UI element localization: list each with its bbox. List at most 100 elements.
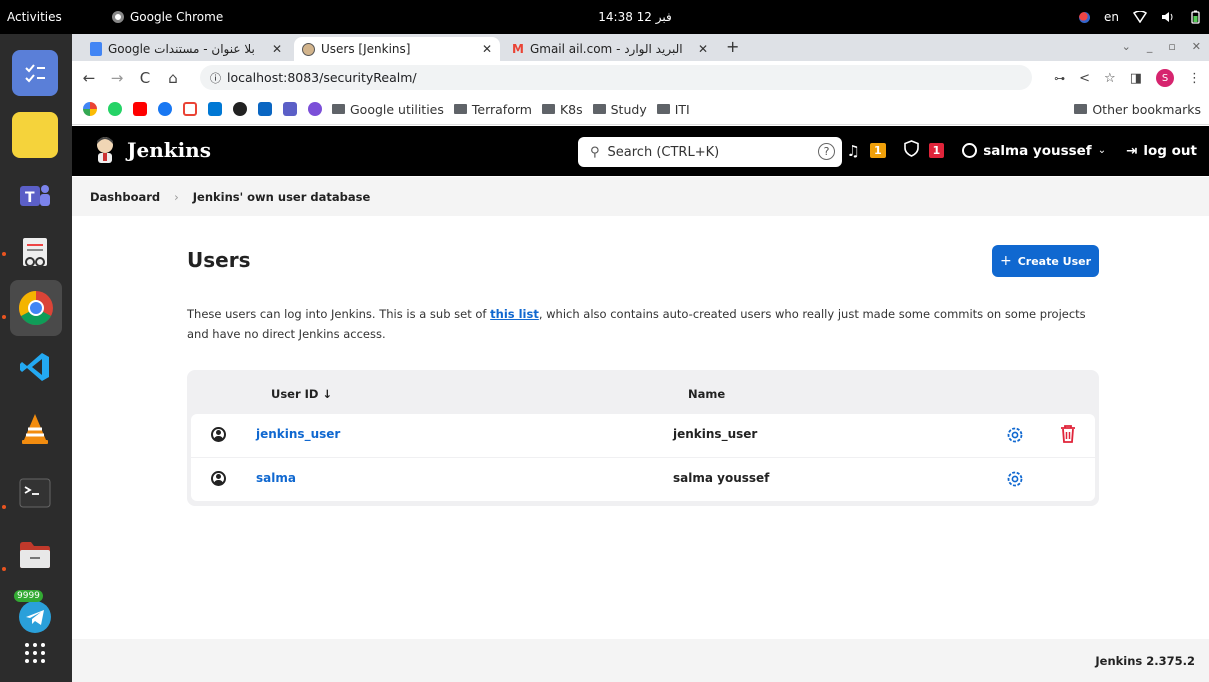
docs-icon: [90, 42, 102, 56]
jenkins-favicon-icon: [302, 42, 315, 56]
reload-icon[interactable]: C: [134, 69, 156, 87]
user-id-link[interactable]: salma: [256, 471, 296, 485]
system-tray[interactable]: en: [1079, 10, 1201, 24]
vscode-app-icon[interactable]: [12, 344, 58, 390]
minimize-icon[interactable]: _: [1147, 40, 1153, 53]
linkedin-bookmark-icon[interactable]: [258, 102, 272, 116]
user-id-link[interactable]: jenkins_user: [256, 427, 340, 441]
outlook-bookmark-icon[interactable]: [208, 102, 222, 116]
search-input[interactable]: ⚲ Search (CTRL+K): [578, 137, 842, 167]
forward-icon[interactable]: →: [106, 69, 128, 87]
bookmark-folder[interactable]: K8s: [541, 102, 583, 117]
create-user-button[interactable]: + Create User: [992, 245, 1099, 277]
gmail-bookmark-icon[interactable]: [183, 102, 197, 116]
other-bookmarks[interactable]: Other bookmarks: [1074, 102, 1201, 117]
tab-jenkins-users[interactable]: Users [Jenkins] ✕: [294, 37, 500, 61]
sidepanel-icon[interactable]: ◨: [1130, 71, 1142, 86]
youtube-bookmark-icon[interactable]: [133, 102, 147, 116]
close-window-icon[interactable]: ✕: [1192, 40, 1201, 53]
running-indicator: [2, 252, 6, 256]
security-count[interactable]: 1: [928, 143, 945, 158]
address-bar[interactable]: ⓘ localhost:8083/securityRealm/: [200, 65, 1032, 90]
menu-kebab-icon[interactable]: ⋮: [1188, 71, 1201, 86]
delete-trash-icon[interactable]: [1059, 424, 1077, 444]
teams-app-icon[interactable]: T: [12, 174, 58, 220]
app-name: Google Chrome: [130, 10, 224, 24]
maximize-icon[interactable]: ▫: [1168, 40, 1175, 53]
tab-google-docs[interactable]: بلا عنوان - مستندات Google ✕: [82, 37, 290, 61]
tab-gmail[interactable]: M البريد الوارد - Gmail ail.com ✕: [504, 37, 716, 61]
user-name-cell: jenkins_user: [673, 427, 758, 441]
window-controls: ⌄ _ ▫ ✕: [1122, 40, 1201, 53]
close-icon[interactable]: ✕: [482, 42, 492, 56]
home-icon[interactable]: ⌂: [162, 69, 184, 87]
table-row: salma salma youssef: [191, 458, 1095, 501]
volume-icon: [1162, 12, 1173, 22]
tab-search-icon[interactable]: ⌄: [1122, 40, 1131, 53]
configure-gear-icon[interactable]: [1005, 469, 1025, 489]
user-icon: [211, 427, 226, 442]
notifications-icon[interactable]: ♫: [846, 142, 859, 160]
new-tab-button[interactable]: +: [726, 37, 739, 56]
bookmarks-bar: Google utilities Terraform K8s Study ITI…: [72, 94, 1209, 125]
facebook-bookmark-icon[interactable]: [158, 102, 172, 116]
back-icon[interactable]: ←: [78, 69, 100, 87]
running-indicator: [2, 567, 6, 571]
search-icon: ⚲: [590, 144, 600, 160]
jenkins-logo-icon[interactable]: [94, 136, 116, 164]
column-header-user-id[interactable]: User ID ↓: [271, 387, 332, 401]
table-row: jenkins_user jenkins_user: [191, 414, 1095, 457]
this-list-link[interactable]: this list: [490, 307, 539, 321]
vlc-app-icon[interactable]: [12, 406, 58, 452]
page-title: Users: [187, 248, 251, 272]
share-icon[interactable]: <: [1079, 71, 1090, 86]
folder-icon: [453, 104, 467, 114]
github-bookmark-icon[interactable]: [233, 102, 247, 116]
folder-icon: [541, 104, 555, 114]
site-info-icon[interactable]: ⓘ: [210, 70, 221, 86]
running-indicator: [2, 315, 6, 319]
bookmark-folder[interactable]: Study: [592, 102, 647, 117]
teams-bookmark-icon[interactable]: [283, 102, 297, 116]
bookmark-folder[interactable]: Google utilities: [332, 102, 444, 117]
bookmark-star-icon[interactable]: ☆: [1104, 71, 1116, 86]
user-menu[interactable]: salma youssef ⌄: [962, 143, 1106, 159]
profile-avatar[interactable]: S: [1156, 69, 1174, 87]
jenkins-header: Jenkins ⚲ Search (CTRL+K) ? ♫ 1 1 salma …: [72, 126, 1209, 176]
folder-icon: [332, 104, 345, 114]
sticky-notes-app-icon[interactable]: [12, 112, 58, 158]
folder-icon: [1074, 104, 1088, 114]
language-indicator[interactable]: en: [1104, 10, 1119, 24]
update-indicator-icon[interactable]: [1079, 11, 1090, 23]
breadcrumb-current[interactable]: Jenkins' own user database: [193, 190, 371, 204]
google-bookmark-icon[interactable]: [83, 102, 97, 116]
clock[interactable]: فبر 12 14:38: [580, 10, 690, 24]
help-icon[interactable]: ?: [818, 143, 835, 160]
terminal-app-icon[interactable]: [12, 470, 58, 516]
activities-button[interactable]: Activities: [7, 10, 62, 24]
close-icon[interactable]: ✕: [698, 42, 708, 56]
notifications-count[interactable]: 1: [869, 143, 886, 158]
files-app-icon[interactable]: [12, 532, 58, 578]
document-viewer-app-icon[interactable]: [12, 230, 58, 276]
instapaper-bookmark-icon[interactable]: [308, 102, 322, 116]
bookmark-folder[interactable]: Terraform: [453, 102, 532, 117]
breadcrumb-dashboard[interactable]: Dashboard: [90, 190, 160, 204]
jenkins-version[interactable]: Jenkins 2.375.2: [1095, 654, 1195, 668]
bookmark-folder[interactable]: ITI: [656, 102, 690, 117]
key-icon[interactable]: ⊶: [1054, 72, 1065, 85]
chevron-down-icon: ⌄: [1097, 145, 1107, 156]
unread-badge: 9999: [14, 590, 43, 602]
chrome-app-icon[interactable]: [10, 280, 62, 336]
whatsapp-bookmark-icon[interactable]: [108, 102, 122, 116]
app-grid-icon[interactable]: [12, 630, 58, 676]
app-menu[interactable]: Google Chrome: [112, 10, 223, 24]
security-shield-icon[interactable]: [903, 140, 919, 161]
network-icon: [1133, 11, 1147, 23]
tasks-app-icon[interactable]: [12, 50, 58, 96]
plus-icon: +: [999, 253, 1012, 269]
close-icon[interactable]: ✕: [272, 42, 282, 56]
configure-gear-icon[interactable]: [1005, 425, 1025, 445]
logout-link[interactable]: ⇥ log out: [1126, 143, 1197, 159]
jenkins-title[interactable]: Jenkins: [127, 138, 211, 162]
